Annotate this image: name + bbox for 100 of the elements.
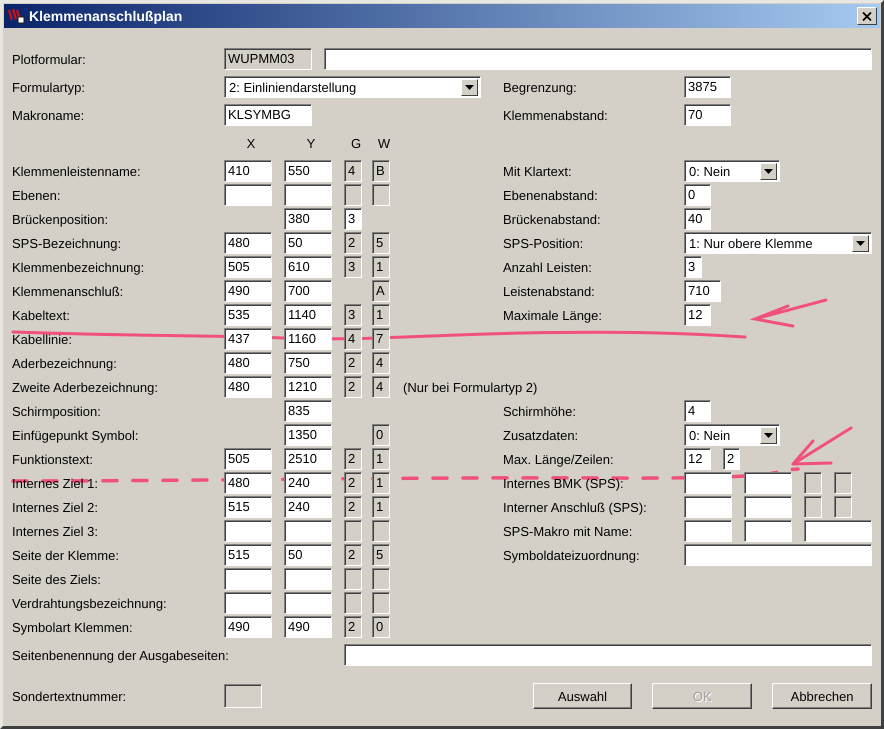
dropdown[interactable]: 0: Nein: [684, 160, 780, 182]
dialog-button[interactable]: Abbrechen: [772, 683, 872, 709]
input-field[interactable]: 505: [224, 448, 272, 470]
input-field[interactable]: 4: [684, 400, 711, 422]
input-field[interactable]: 835: [284, 400, 332, 422]
input-field[interactable]: KLSYMBG: [224, 104, 312, 126]
close-button[interactable]: [857, 7, 877, 25]
input-field[interactable]: 535: [224, 304, 272, 326]
annotation-arrow: [792, 426, 852, 466]
dialog-button[interactable]: Auswahl: [532, 683, 632, 709]
input-field[interactable]: [684, 520, 732, 542]
input-field[interactable]: 50: [284, 544, 332, 566]
dropdown[interactable]: 0: Nein: [684, 424, 780, 446]
input-field[interactable]: [324, 48, 872, 70]
input-field[interactable]: [224, 184, 272, 206]
input-field[interactable]: 50: [284, 232, 332, 254]
field-label: Brückenposition:: [12, 212, 110, 226]
field-label: Klemmenabstand:: [503, 108, 609, 122]
window-title: Klemmenanschlußplan: [29, 8, 184, 24]
input-field[interactable]: 1210: [284, 376, 332, 398]
input-field[interactable]: 380: [284, 208, 332, 230]
input-field[interactable]: 610: [284, 256, 332, 278]
field-label: Formulartyp:: [12, 80, 86, 94]
field-label: Leistenabstand:: [503, 284, 596, 298]
input-field[interactable]: 700: [284, 280, 332, 302]
field-label: Internes BMK (SPS):: [503, 476, 625, 490]
input-field[interactable]: [344, 644, 872, 666]
field-label: Klemmenleistenname:: [12, 164, 142, 178]
input-field[interactable]: 3875: [684, 76, 731, 98]
input-field[interactable]: [284, 184, 332, 206]
field-label: Symbolart Klemmen:: [12, 620, 134, 634]
field-label: Internes Ziel 3:: [12, 524, 99, 538]
hint-text: (Nur bei Formulartyp 2): [402, 380, 538, 394]
app-icon: [7, 8, 25, 24]
input-field[interactable]: [284, 568, 332, 590]
input-field[interactable]: 240: [284, 472, 332, 494]
field-label: Maximale Länge:: [503, 308, 603, 322]
input-field[interactable]: [224, 568, 272, 590]
input-field[interactable]: 40: [684, 208, 711, 230]
input-field[interactable]: 1160: [284, 328, 332, 350]
input-field[interactable]: 3: [684, 256, 702, 278]
input-field[interactable]: [224, 592, 272, 614]
field-label: Schirmhöhe:: [503, 404, 577, 418]
field-label: Ebenenabstand:: [503, 188, 599, 202]
field-label: Max. Länge/Zeilen:: [503, 452, 615, 466]
input-field[interactable]: 0: [684, 184, 711, 206]
input-field[interactable]: [744, 520, 792, 542]
input-field[interactable]: 505: [224, 256, 272, 278]
field-label: Seitenbenennung der Ausgabeseiten:: [12, 648, 230, 662]
input-field[interactable]: 480: [224, 376, 272, 398]
field-label: Zusatzdaten:: [503, 428, 580, 442]
input-field[interactable]: [284, 592, 332, 614]
input-field[interactable]: [224, 520, 272, 542]
field-label: Mit Klartext:: [503, 164, 573, 178]
close-icon: [862, 12, 872, 20]
input-field[interactable]: 490: [224, 616, 272, 638]
input-field[interactable]: 240: [284, 496, 332, 518]
field-label: Seite des Ziels:: [12, 572, 102, 586]
field-label: Sondertextnummer:: [12, 688, 128, 704]
dropdown[interactable]: 1: Nur obere Klemme: [684, 232, 872, 254]
input-field[interactable]: [684, 544, 872, 566]
input-field[interactable]: 1140: [284, 304, 332, 326]
field-label: Makroname:: [12, 108, 86, 122]
field-label: Schirmposition:: [12, 404, 102, 418]
input-field[interactable]: [744, 496, 792, 518]
field-label: Plotformular:: [12, 52, 87, 66]
input-field[interactable]: [684, 496, 732, 518]
field-label: SPS-Bezeichnung:: [12, 236, 122, 250]
input-field[interactable]: 12: [684, 304, 711, 326]
input-field[interactable]: [684, 472, 732, 494]
input-field[interactable]: 480: [224, 232, 272, 254]
input-field[interactable]: 515: [224, 496, 272, 518]
input-field[interactable]: 437: [224, 328, 272, 350]
input-field[interactable]: 550: [284, 160, 332, 182]
input-field[interactable]: 2: [723, 448, 740, 470]
input-field[interactable]: 515: [224, 544, 272, 566]
column-header: W: [376, 136, 392, 150]
input-field[interactable]: 3: [344, 208, 362, 230]
input-field[interactable]: 410: [224, 160, 272, 182]
input-field[interactable]: 1350: [284, 424, 332, 446]
field-label: Interner Anschluß (SPS):: [503, 500, 648, 514]
input-field[interactable]: 490: [224, 280, 272, 302]
field-label: Funktionstext:: [12, 452, 94, 466]
field-label: Symboldateizuordnung:: [503, 548, 641, 562]
input-field[interactable]: [744, 472, 792, 494]
input-field[interactable]: 490: [284, 616, 332, 638]
field-label: Kabellinie:: [12, 332, 73, 346]
input-field[interactable]: 70: [684, 104, 731, 126]
input-field[interactable]: 750: [284, 352, 332, 374]
dropdown[interactable]: 2: Einliniendarstellung: [224, 76, 481, 98]
input-field[interactable]: 480: [224, 472, 272, 494]
input-field[interactable]: 480: [224, 352, 272, 374]
input-field[interactable]: 710: [684, 280, 721, 302]
input-field[interactable]: [284, 520, 332, 542]
input-field[interactable]: 12: [684, 448, 711, 470]
field-label: Seite der Klemme:: [12, 548, 120, 562]
input-field[interactable]: [804, 520, 872, 542]
input-field[interactable]: 2510: [284, 448, 332, 470]
field-label: SPS-Position:: [503, 236, 584, 250]
column-header: X: [246, 136, 256, 150]
